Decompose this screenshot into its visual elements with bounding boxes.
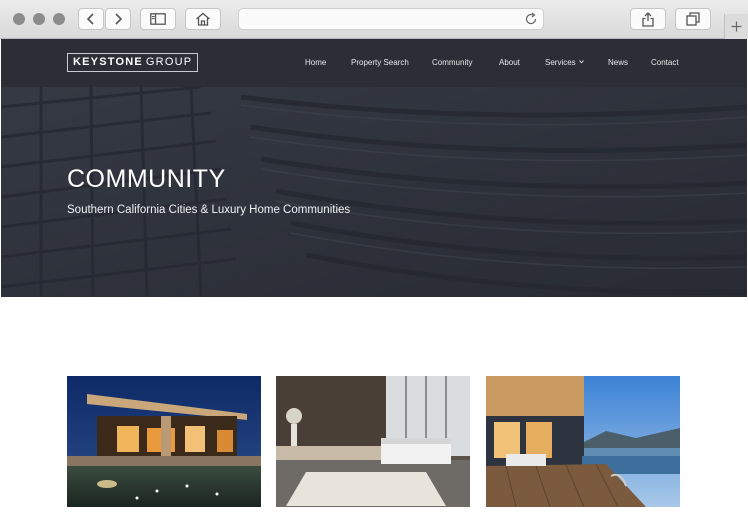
address-bar[interactable] <box>238 8 544 30</box>
chevron-down-icon <box>578 60 584 64</box>
minimize-window-button[interactable] <box>33 13 45 25</box>
nav-contact[interactable]: Contact <box>651 58 679 67</box>
reload-icon[interactable] <box>524 12 538 26</box>
page-subtitle: Southern California Cities & Luxury Home… <box>67 204 351 216</box>
close-window-button[interactable] <box>13 13 25 25</box>
zoom-window-button[interactable] <box>53 13 65 25</box>
community-card-1[interactable] <box>67 376 261 507</box>
modern-bedroom-interior-image <box>276 376 470 507</box>
home-button[interactable] <box>185 8 221 30</box>
share-icon <box>642 11 654 27</box>
nav-property-search[interactable]: Property Search <box>351 58 409 67</box>
infinity-pool-lake-view-image <box>486 376 680 507</box>
logo-light-text: GROUP <box>145 56 193 68</box>
nav-news[interactable]: News <box>608 58 628 67</box>
sidebar-icon <box>150 13 166 25</box>
logo-bold-text: KEYSTONE <box>73 56 143 68</box>
nav-services-item[interactable]: Services <box>545 58 584 67</box>
tabs-button[interactable] <box>675 8 711 30</box>
nav-community[interactable]: Community <box>432 58 472 67</box>
site-header: KEYSTONE GROUP Home Property Search Comm… <box>1 39 747 87</box>
nav-about[interactable]: About <box>499 58 520 67</box>
nav-services: Services <box>545 58 576 67</box>
site-logo[interactable]: KEYSTONE GROUP <box>67 53 199 72</box>
community-card-3[interactable] <box>486 376 680 507</box>
page-title: COMMUNITY <box>67 165 226 193</box>
hero-banner: COMMUNITY Southern California Cities & L… <box>1 87 747 297</box>
tabs-icon <box>686 12 700 26</box>
chevron-right-icon <box>115 13 123 25</box>
sidebar-button[interactable] <box>140 8 176 30</box>
new-tab-button[interactable] <box>724 14 748 39</box>
plus-icon <box>731 21 742 32</box>
browser-toolbar <box>0 0 748 39</box>
back-button[interactable] <box>78 8 104 30</box>
forward-button[interactable] <box>105 8 131 30</box>
share-button[interactable] <box>630 8 666 30</box>
nav-home[interactable]: Home <box>305 58 326 67</box>
community-card-2[interactable] <box>276 376 470 507</box>
modern-house-pool-night-image <box>67 376 261 507</box>
chevron-left-icon <box>86 13 94 25</box>
home-icon <box>196 12 210 26</box>
